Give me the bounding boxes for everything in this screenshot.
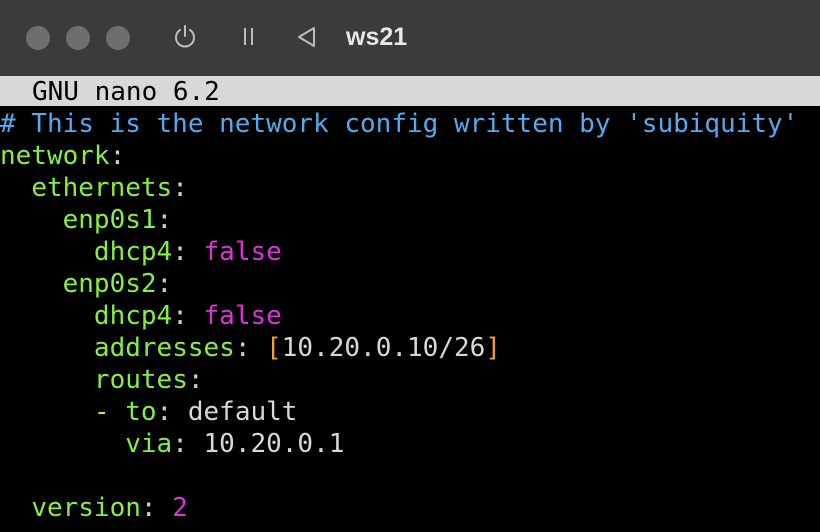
yaml-key: dhcp4 xyxy=(93,301,173,331)
yaml-number: 2 xyxy=(172,493,188,523)
yaml-key: dhcp4 xyxy=(93,237,173,267)
editor-line-dhcp4-2: dhcp4: false xyxy=(0,300,282,332)
zoom-window-button[interactable] xyxy=(106,26,130,50)
yaml-key: ethernets xyxy=(31,173,173,203)
editor-line-ethernets: ethernets: xyxy=(0,172,188,204)
editor-line-network: network: xyxy=(0,140,125,172)
open-bracket: [ xyxy=(266,333,282,363)
editor-line-enp0s1: enp0s1: xyxy=(0,204,173,236)
nano-editor[interactable]: GNU nano 6.2 # This is the network confi… xyxy=(0,76,820,532)
power-icon[interactable] xyxy=(170,22,200,52)
editor-line-comment: # This is the network config written by … xyxy=(0,108,798,140)
terminal-window: ws21 GNU nano 6.2 # This is the network … xyxy=(0,0,820,532)
colon: : xyxy=(172,301,204,331)
pause-icon[interactable] xyxy=(234,22,264,52)
address-value: 10.20.0.10/26 xyxy=(281,333,486,363)
colon: : xyxy=(172,237,204,267)
colon: : xyxy=(187,365,204,395)
route-via-value: 10.20.0.1 xyxy=(203,429,345,459)
yaml-key: enp0s1 xyxy=(62,205,157,235)
colon: : xyxy=(109,141,126,171)
nano-header-bar: GNU nano 6.2 xyxy=(0,76,820,107)
colon: : xyxy=(156,205,173,235)
minimize-window-button[interactable] xyxy=(66,26,90,50)
list-dash: - xyxy=(93,397,110,427)
editor-line-route-to: - to: default xyxy=(0,396,298,428)
comment-text: # This is the network config written by … xyxy=(0,109,799,139)
yaml-key: addresses xyxy=(93,333,235,363)
editor-line-routes: routes: xyxy=(0,364,204,396)
nano-version-label: GNU nano 6.2 xyxy=(32,77,220,107)
yaml-key: enp0s2 xyxy=(62,269,157,299)
yaml-key: version xyxy=(31,493,141,523)
close-bracket: ] xyxy=(485,333,501,363)
colon: : xyxy=(172,429,204,459)
editor-line-enp0s2: enp0s2: xyxy=(0,268,173,300)
close-window-button[interactable] xyxy=(26,26,50,50)
yaml-key: via xyxy=(125,429,173,459)
back-icon[interactable] xyxy=(292,22,322,52)
title-bar: ws21 xyxy=(0,0,820,77)
colon: : xyxy=(156,397,188,427)
colon: : xyxy=(234,333,267,363)
colon: : xyxy=(140,493,173,523)
route-to-value: default xyxy=(187,397,298,427)
editor-line-addresses: addresses: [10.20.0.10/26] xyxy=(0,332,501,364)
editor-line-version: version: 2 xyxy=(0,492,188,524)
yaml-key: network xyxy=(0,141,110,171)
yaml-boolean: false xyxy=(203,301,282,331)
yaml-boolean: false xyxy=(203,237,282,267)
window-title: ws21 xyxy=(346,23,408,51)
editor-line-dhcp4-1: dhcp4: false xyxy=(0,236,282,268)
yaml-key: to xyxy=(125,397,157,427)
colon: : xyxy=(156,269,173,299)
yaml-key: routes xyxy=(93,365,188,395)
colon: : xyxy=(172,173,188,203)
editor-line-route-via: via: 10.20.0.1 xyxy=(0,428,344,460)
